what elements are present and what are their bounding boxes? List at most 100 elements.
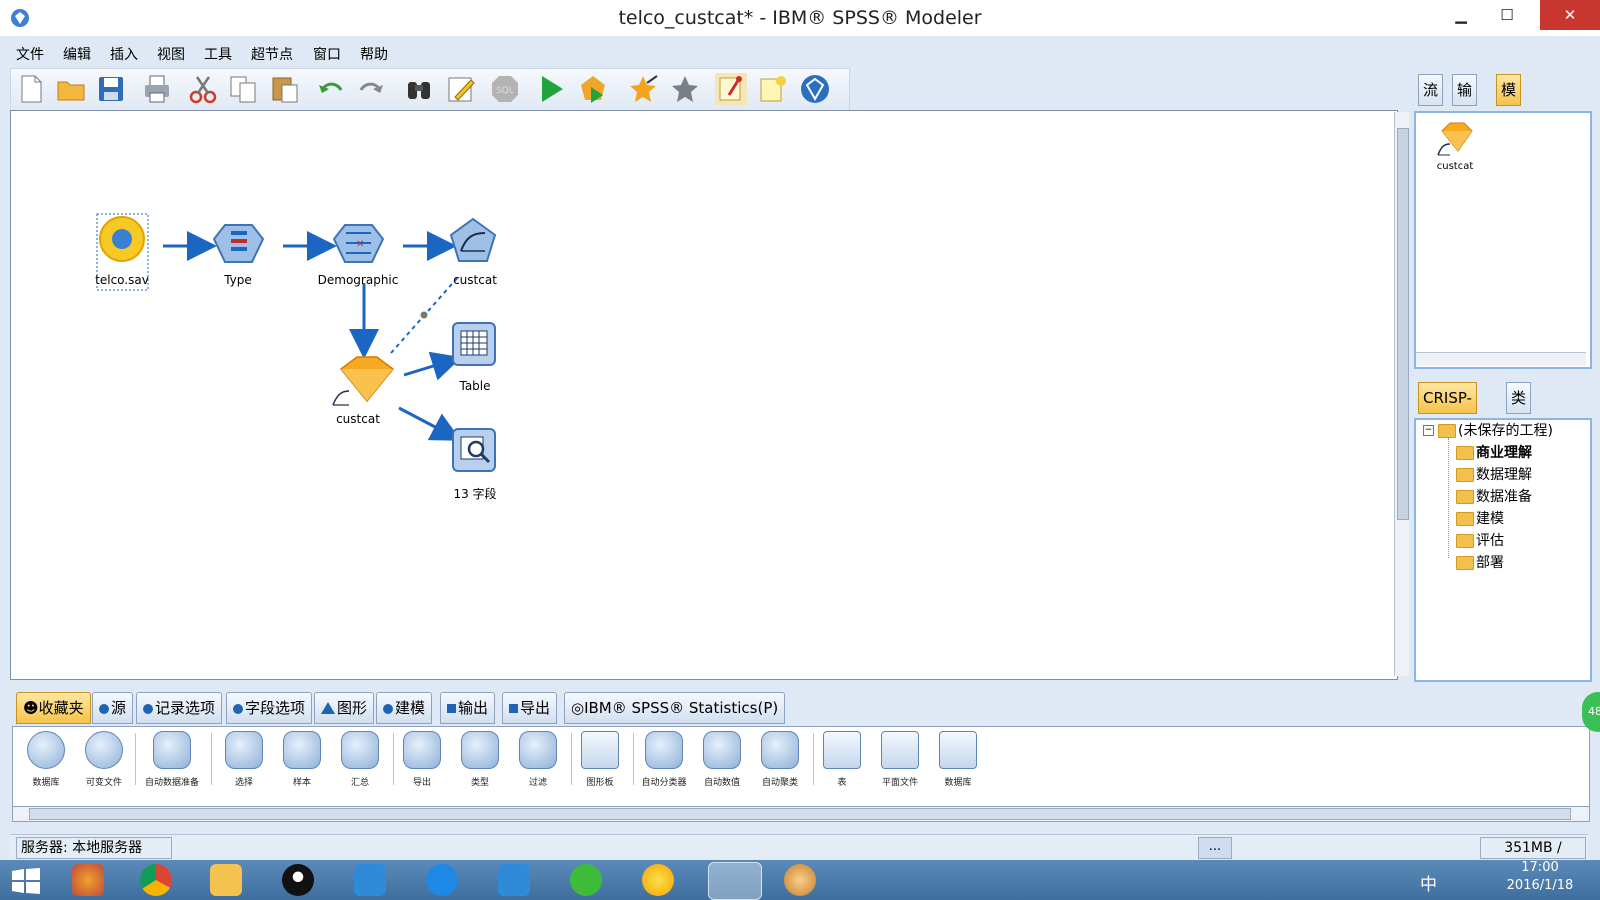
tab-streams[interactable]: 流 xyxy=(1418,74,1444,106)
palette-auto-data-prep[interactable]: 自动数据准备 xyxy=(141,731,203,788)
save-icon[interactable] xyxy=(95,73,127,105)
tab-graphs[interactable]: 图形 xyxy=(314,692,375,724)
run-selection-icon[interactable] xyxy=(577,73,609,105)
annotation-icon[interactable] xyxy=(757,73,789,105)
stream-canvas[interactable]: ✕ telco.sav Type Demographic custcat cus… xyxy=(10,110,1398,680)
palette-horizontal-scrollbar[interactable] xyxy=(12,806,1590,822)
palette-var-file[interactable]: 可变文件 xyxy=(73,731,135,788)
palette-graphboard[interactable]: 图形板 xyxy=(569,731,631,788)
app-mosaic-icon[interactable] xyxy=(72,864,104,896)
folder-modeling[interactable]: 建模 xyxy=(1476,508,1504,528)
emoji-app-icon[interactable] xyxy=(642,864,674,896)
tab-record-ops[interactable]: 记录选项 xyxy=(136,692,223,724)
auto-classifier-icon xyxy=(645,731,683,769)
project-root[interactable]: (未保存的工程) xyxy=(1458,420,1553,440)
menu-supernode[interactable]: 超节点 xyxy=(251,44,293,64)
menu-help[interactable]: 帮助 xyxy=(360,44,388,64)
file-explorer-icon[interactable] xyxy=(210,864,242,896)
server-status[interactable]: 服务器: 本地服务器 xyxy=(16,837,172,859)
menu-file[interactable]: 文件 xyxy=(16,44,44,64)
palette-filter[interactable]: 过滤 xyxy=(507,731,569,788)
palette-type[interactable]: 类型 xyxy=(449,731,511,788)
cloud-drive-icon[interactable] xyxy=(354,864,386,896)
palette-aggregate[interactable]: 汇总 xyxy=(329,731,391,788)
tab-sources[interactable]: 源 xyxy=(92,692,134,724)
tab-classes[interactable]: 类 xyxy=(1506,382,1532,414)
run-icon[interactable] xyxy=(535,73,567,105)
ime-indicator[interactable]: 中 xyxy=(1420,870,1437,895)
custcat-model-icon[interactable] xyxy=(1434,117,1474,157)
tab-favorites[interactable]: ☻收藏夹 xyxy=(16,692,91,724)
menu-tools[interactable]: 工具 xyxy=(204,44,232,64)
redo-icon[interactable] xyxy=(355,73,387,105)
palette-database-export[interactable]: 数据库 xyxy=(927,731,989,788)
favorite-icon[interactable] xyxy=(627,73,659,105)
folder-data-preparation[interactable]: 数据准备 xyxy=(1476,486,1532,506)
folder-deployment[interactable]: 部署 xyxy=(1476,552,1504,572)
palette-derive[interactable]: 导出 xyxy=(391,731,453,788)
tab-output[interactable]: 输出 xyxy=(440,692,496,724)
maximize-button[interactable]: ☐ xyxy=(1484,0,1530,30)
palette-flat-file[interactable]: 平面文件 xyxy=(869,731,931,788)
tab-export[interactable]: 导出 xyxy=(502,692,558,724)
windows-start-icon[interactable] xyxy=(12,868,40,894)
triangle-icon xyxy=(321,702,335,714)
menu-edit[interactable]: 编辑 xyxy=(63,44,91,64)
folder-evaluation[interactable]: 评估 xyxy=(1476,530,1504,550)
modeler-logo-icon[interactable] xyxy=(799,73,831,105)
memory-usage: 351MB / 501MB xyxy=(1480,837,1586,876)
cut-icon[interactable] xyxy=(187,73,219,105)
tab-field-ops[interactable]: 字段选项 xyxy=(226,692,313,724)
palette-auto-numeric[interactable]: 自动数值 xyxy=(691,731,753,788)
scroll-thumb[interactable] xyxy=(29,808,1571,820)
palette-table[interactable]: 表 xyxy=(811,731,873,788)
palette-auto-cluster[interactable]: 自动聚类 xyxy=(749,731,811,788)
models-horizontal-scrollbar[interactable] xyxy=(1416,352,1586,366)
auto-cluster-icon xyxy=(761,731,799,769)
menu-insert[interactable]: 插入 xyxy=(110,44,138,64)
tab-outputs[interactable]: 输出 xyxy=(1452,74,1478,129)
tab-spss-statistics[interactable]: ◎IBM® SPSS® Statistics(P) xyxy=(564,692,786,724)
palette-sample[interactable]: 样本 xyxy=(271,731,333,788)
scroll-thumb[interactable] xyxy=(1397,128,1409,520)
paint-icon[interactable] xyxy=(784,864,816,896)
auto-numeric-icon xyxy=(703,731,741,769)
status-more-button[interactable]: ... xyxy=(1198,837,1232,859)
new-file-icon[interactable] xyxy=(15,73,47,105)
chrome-icon[interactable] xyxy=(140,864,172,896)
palette-auto-classifier[interactable]: 自动分类器 xyxy=(633,731,695,788)
palette-database-source[interactable]: 数据库 xyxy=(15,731,77,788)
folder-data-understanding[interactable]: 数据理解 xyxy=(1476,464,1532,484)
menu-window[interactable]: 窗口 xyxy=(313,44,341,64)
notification-badge[interactable]: 48 xyxy=(1582,692,1600,732)
square-icon xyxy=(447,704,456,713)
baidu-du-icon[interactable] xyxy=(426,864,458,896)
collapse-toggle[interactable]: − xyxy=(1423,425,1434,436)
edit-icon[interactable] xyxy=(445,73,477,105)
close-button[interactable]: ✕ xyxy=(1540,0,1600,30)
folder-icon xyxy=(1456,446,1474,460)
paste-icon[interactable] xyxy=(269,73,301,105)
spss-modeler-task-icon[interactable] xyxy=(708,862,762,900)
undo-icon[interactable] xyxy=(315,73,347,105)
minimize-button[interactable]: ▁ xyxy=(1438,0,1484,30)
tab-modeling[interactable]: 建模 xyxy=(376,692,433,724)
tab-crisp-dm[interactable]: CRISP-DM xyxy=(1418,382,1477,437)
print-icon[interactable] xyxy=(141,73,173,105)
app-9-icon[interactable] xyxy=(498,864,530,896)
pin-icon[interactable] xyxy=(715,73,747,105)
open-folder-icon[interactable] xyxy=(55,73,87,105)
star-icon[interactable] xyxy=(669,73,701,105)
copy-icon[interactable] xyxy=(227,73,259,105)
folder-business-understanding[interactable]: 商业理解 xyxy=(1476,442,1532,462)
menu-view[interactable]: 视图 xyxy=(157,44,185,64)
palette-select[interactable]: 选择 xyxy=(213,731,275,788)
auto-prep-icon xyxy=(153,731,191,769)
canvas-vertical-scrollbar[interactable] xyxy=(1394,112,1409,676)
sql-icon[interactable]: SQL xyxy=(489,73,521,105)
wechat-icon[interactable] xyxy=(570,864,602,896)
tab-models[interactable]: 模型 xyxy=(1496,74,1522,129)
qq-icon[interactable] xyxy=(282,864,314,896)
find-icon[interactable] xyxy=(403,73,435,105)
status-bar: 服务器: 本地服务器 ... 351MB / 501MB xyxy=(10,834,1588,876)
